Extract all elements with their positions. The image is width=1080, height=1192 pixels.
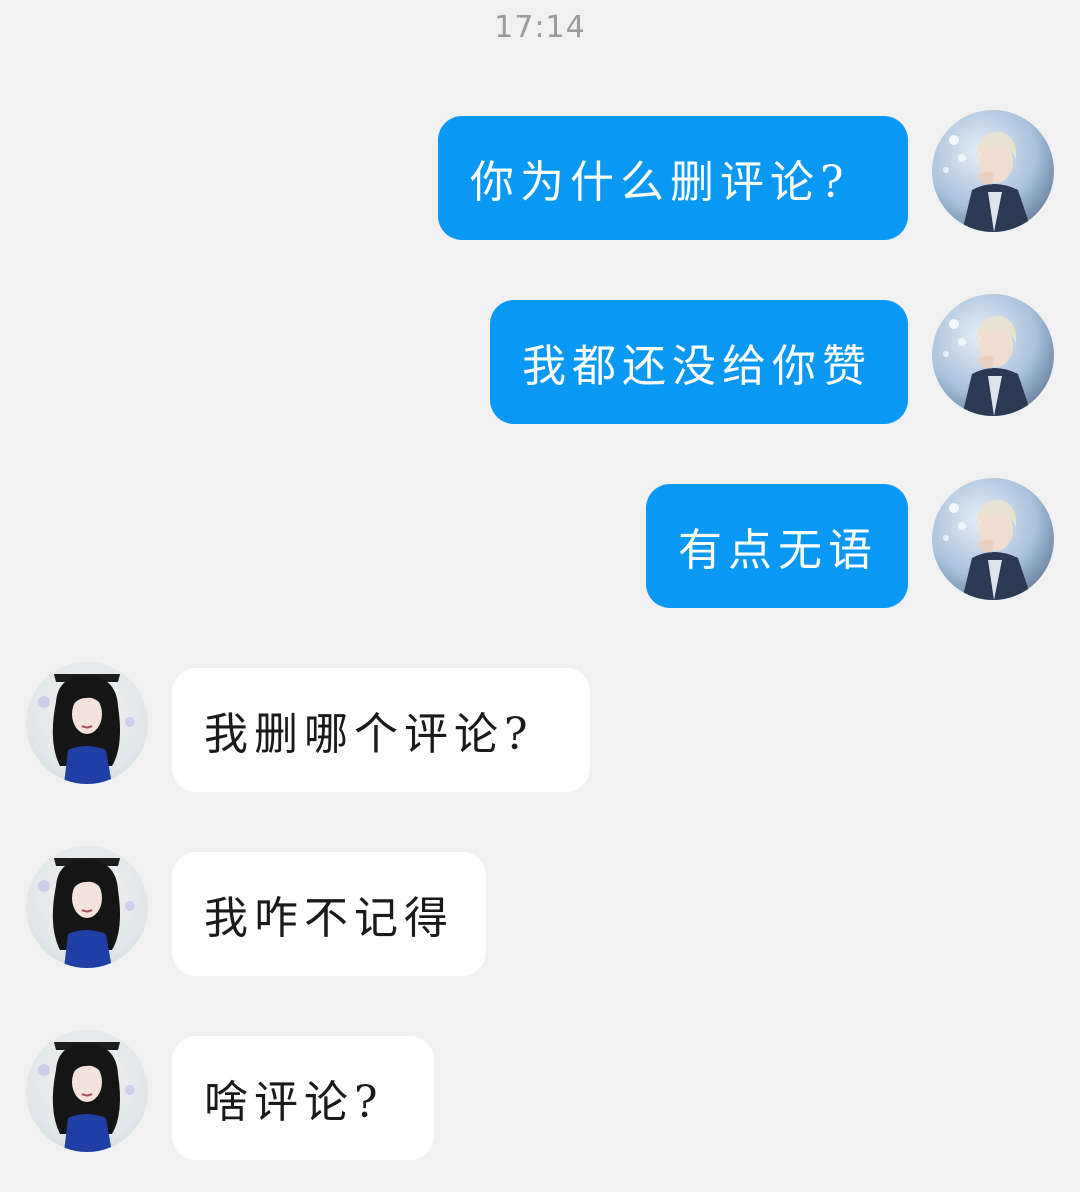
outgoing-message-bubble[interactable]: 有点无语 [646, 484, 908, 608]
outgoing-message-bubble[interactable]: 我都还没给你赞 [490, 300, 908, 424]
message-row: 啥评论? [0, 1030, 1080, 1160]
incoming-message-bubble[interactable]: 啥评论? [172, 1036, 434, 1160]
message-timestamp: 17:14 [494, 10, 586, 45]
message-row: 你为什么删评论? [0, 110, 1080, 240]
message-row: 我删哪个评论? [0, 662, 1080, 792]
female-avatar-icon[interactable] [26, 662, 148, 784]
outgoing-message-bubble[interactable]: 你为什么删评论? [438, 116, 908, 240]
male-avatar-icon[interactable] [932, 110, 1054, 232]
male-avatar-icon[interactable] [932, 478, 1054, 600]
incoming-message-bubble[interactable]: 我删哪个评论? [172, 668, 590, 792]
chat-screen: 17:14 你为什么删评论? 我都还没给你赞 有点无语 我删哪个评论? 我咋不记… [0, 0, 1080, 1192]
incoming-message-bubble[interactable]: 我咋不记得 [172, 852, 486, 976]
message-row: 我咋不记得 [0, 846, 1080, 976]
message-row: 我都还没给你赞 [0, 294, 1080, 424]
male-avatar-icon[interactable] [932, 294, 1054, 416]
female-avatar-icon[interactable] [26, 1030, 148, 1152]
female-avatar-icon[interactable] [26, 846, 148, 968]
message-row: 有点无语 [0, 478, 1080, 608]
